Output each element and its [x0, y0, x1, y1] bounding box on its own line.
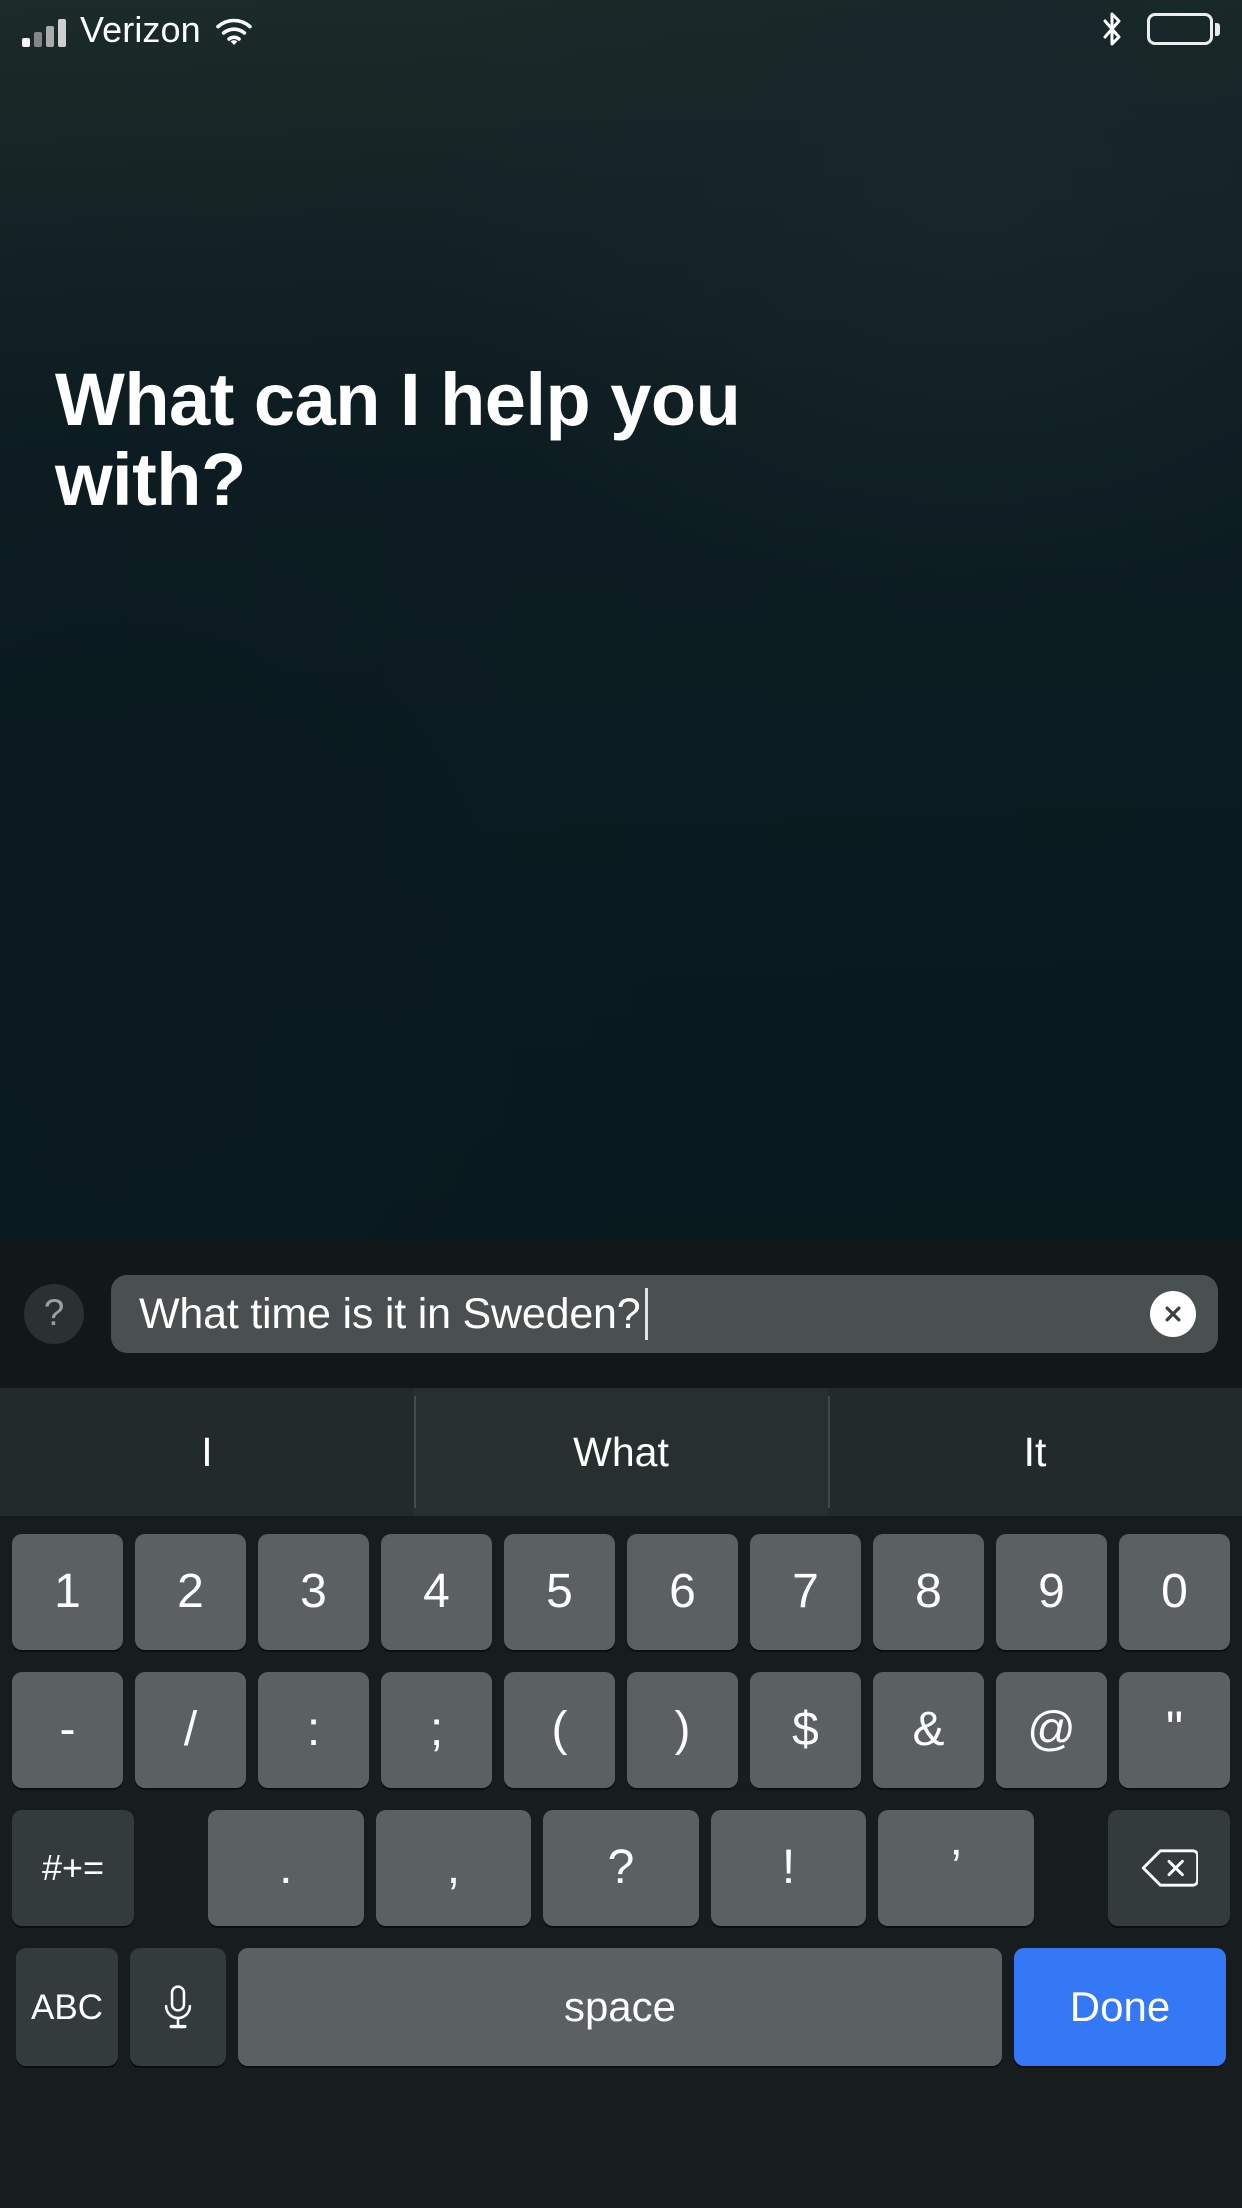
keyboard-row-symbols: - / : ; ( ) $ & @ "	[0, 1672, 1242, 1788]
key-0[interactable]: 0	[1119, 1534, 1230, 1650]
keyboard-row-numbers: 1 2 3 4 5 6 7 8 9 0	[0, 1534, 1242, 1650]
status-bar-right	[1099, 11, 1220, 47]
microphone-icon[interactable]	[130, 1948, 226, 2066]
key-6[interactable]: 6	[627, 1534, 738, 1650]
wifi-icon	[215, 18, 253, 46]
done-key[interactable]: Done	[1014, 1948, 1226, 2066]
battery-icon	[1147, 13, 1220, 45]
key-slash[interactable]: /	[135, 1672, 246, 1788]
autocorrect-suggestion-bar: I What It	[0, 1388, 1242, 1516]
key-paren-open[interactable]: (	[504, 1672, 615, 1788]
key-colon[interactable]: :	[258, 1672, 369, 1788]
status-bar-left: Verizon	[22, 9, 253, 50]
key-hyphen[interactable]: -	[12, 1672, 123, 1788]
bluetooth-icon	[1099, 11, 1125, 47]
key-dollar[interactable]: $	[750, 1672, 861, 1788]
backspace-delete-icon[interactable]	[1107, 1810, 1230, 1926]
space-key[interactable]: space	[238, 1948, 1002, 2066]
cellular-signal-icon	[22, 19, 66, 47]
onscreen-keyboard: 1 2 3 4 5 6 7 8 9 0 - / : ; ( ) $ & @ " …	[0, 1516, 1242, 2208]
key-paren-close[interactable]: )	[627, 1672, 738, 1788]
key-9[interactable]: 9	[996, 1534, 1107, 1650]
siri-text-input-value: What time is it in Sweden?	[139, 1289, 641, 1338]
key-exclamation[interactable]: !	[710, 1810, 867, 1926]
key-ampersand[interactable]: &	[873, 1672, 984, 1788]
key-4[interactable]: 4	[381, 1534, 492, 1650]
key-period[interactable]: .	[208, 1810, 364, 1926]
key-1[interactable]: 1	[12, 1534, 123, 1650]
symbols-shift-key[interactable]: #+=	[12, 1810, 134, 1926]
clear-text-icon[interactable]	[1150, 1291, 1196, 1337]
key-quote-double[interactable]: "	[1119, 1672, 1230, 1788]
suggestion-item-0[interactable]: I	[0, 1388, 414, 1516]
key-semicolon[interactable]: ;	[381, 1672, 492, 1788]
abc-key[interactable]: ABC	[16, 1948, 118, 2066]
status-bar: Verizon	[0, 0, 1242, 58]
key-apostrophe[interactable]: ’	[878, 1810, 1034, 1926]
key-3[interactable]: 3	[258, 1534, 369, 1650]
suggestion-item-1[interactable]: What	[414, 1388, 828, 1516]
suggestion-item-2[interactable]: It	[828, 1388, 1242, 1516]
siri-screen: Verizon What can I help you with? ? What…	[0, 0, 1242, 2208]
key-at[interactable]: @	[996, 1672, 1107, 1788]
keyboard-row-bottom: ABC space Done	[0, 1948, 1242, 2066]
key-5[interactable]: 5	[504, 1534, 615, 1650]
key-question[interactable]: ?	[543, 1810, 699, 1926]
siri-text-input[interactable]: What time is it in Sweden?	[111, 1275, 1218, 1353]
siri-greeting-text: What can I help you with?	[55, 358, 741, 521]
key-comma[interactable]: ,	[375, 1810, 532, 1926]
siri-input-bar: ? What time is it in Sweden?	[0, 1240, 1242, 1388]
carrier-label: Verizon	[80, 9, 201, 50]
keyboard-row-punctuation: #+= . , ? ! ’	[0, 1810, 1242, 1926]
key-8[interactable]: 8	[873, 1534, 984, 1650]
text-caret	[645, 1288, 649, 1340]
key-7[interactable]: 7	[750, 1534, 861, 1650]
key-2[interactable]: 2	[135, 1534, 246, 1650]
help-button[interactable]: ?	[24, 1284, 84, 1344]
